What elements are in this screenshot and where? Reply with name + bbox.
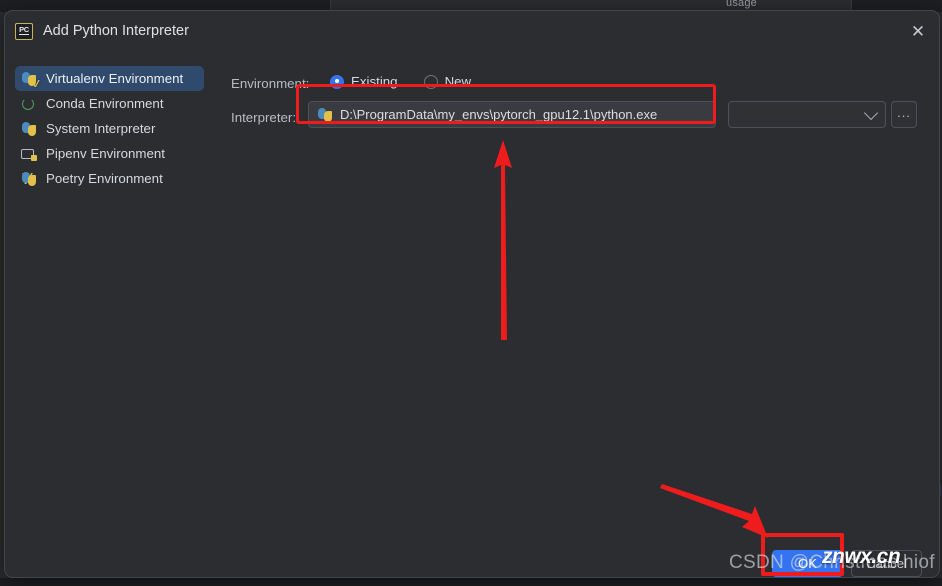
radio-label: Existing <box>351 74 398 89</box>
radio-dot-icon <box>423 74 438 89</box>
virtualenv-icon: V <box>21 71 39 89</box>
chevron-down-icon <box>863 105 879 121</box>
python-icon <box>21 121 37 137</box>
browse-button[interactable]: ... <box>891 101 917 128</box>
sidebar-item-conda-environment[interactable]: Conda Environment <box>15 91 204 116</box>
radio-label: New <box>444 74 472 89</box>
interpreter-label: Interpreter: <box>231 110 297 125</box>
add-python-interpreter-dialog: PC Add Python Interpreter ✕ V Virtualenv… <box>4 10 940 578</box>
python-icon <box>317 107 333 123</box>
sidebar-item-system-interpreter[interactable]: System Interpreter <box>15 116 204 141</box>
sidebar-item-virtualenv-environment[interactable]: V Virtualenv Environment <box>15 66 204 91</box>
conda-icon <box>21 96 37 112</box>
radio-dot-icon <box>330 74 344 89</box>
sidebar-item-label: System Interpreter <box>46 121 156 136</box>
dialog-titlebar: PC Add Python Interpreter ✕ <box>5 11 939 51</box>
pycharm-icon: PC <box>15 23 33 40</box>
close-icon[interactable]: ✕ <box>909 24 927 42</box>
interpreter-dropdown[interactable] <box>728 101 886 128</box>
cancel-button[interactable]: Cancel <box>851 550 922 577</box>
environment-radio-group: Existing New <box>330 74 471 89</box>
radio-new[interactable]: New <box>423 74 472 89</box>
environment-type-sidebar: V Virtualenv Environment Conda Environme… <box>5 57 215 191</box>
sidebar-item-poetry-environment[interactable]: V Poetry Environment <box>15 166 204 191</box>
environment-label: Environment: <box>231 76 310 91</box>
sidebar-item-label: Conda Environment <box>46 96 164 111</box>
background-tab-label: usage <box>726 0 757 9</box>
sidebar-item-label: Virtualenv Environment <box>46 71 184 86</box>
sidebar-item-label: Pipenv Environment <box>46 146 165 161</box>
interpreter-path-value: D:\ProgramData\my_envs\pytorch_gpu12.1\p… <box>340 107 658 122</box>
sidebar-item-pipenv-environment[interactable]: Pipenv Environment <box>15 141 204 166</box>
dialog-title: Add Python Interpreter <box>43 23 189 39</box>
poetry-icon: V <box>21 171 37 188</box>
ok-button[interactable]: OK <box>772 550 843 577</box>
sidebar-item-label: Poetry Environment <box>46 171 163 186</box>
radio-existing[interactable]: Existing <box>330 74 398 89</box>
pycharm-icon-text: PC <box>19 25 29 35</box>
background-bottom-strip <box>0 578 942 586</box>
pipenv-folder-icon <box>21 146 37 162</box>
interpreter-path-input[interactable]: D:\ProgramData\my_envs\pytorch_gpu12.1\p… <box>308 101 716 128</box>
